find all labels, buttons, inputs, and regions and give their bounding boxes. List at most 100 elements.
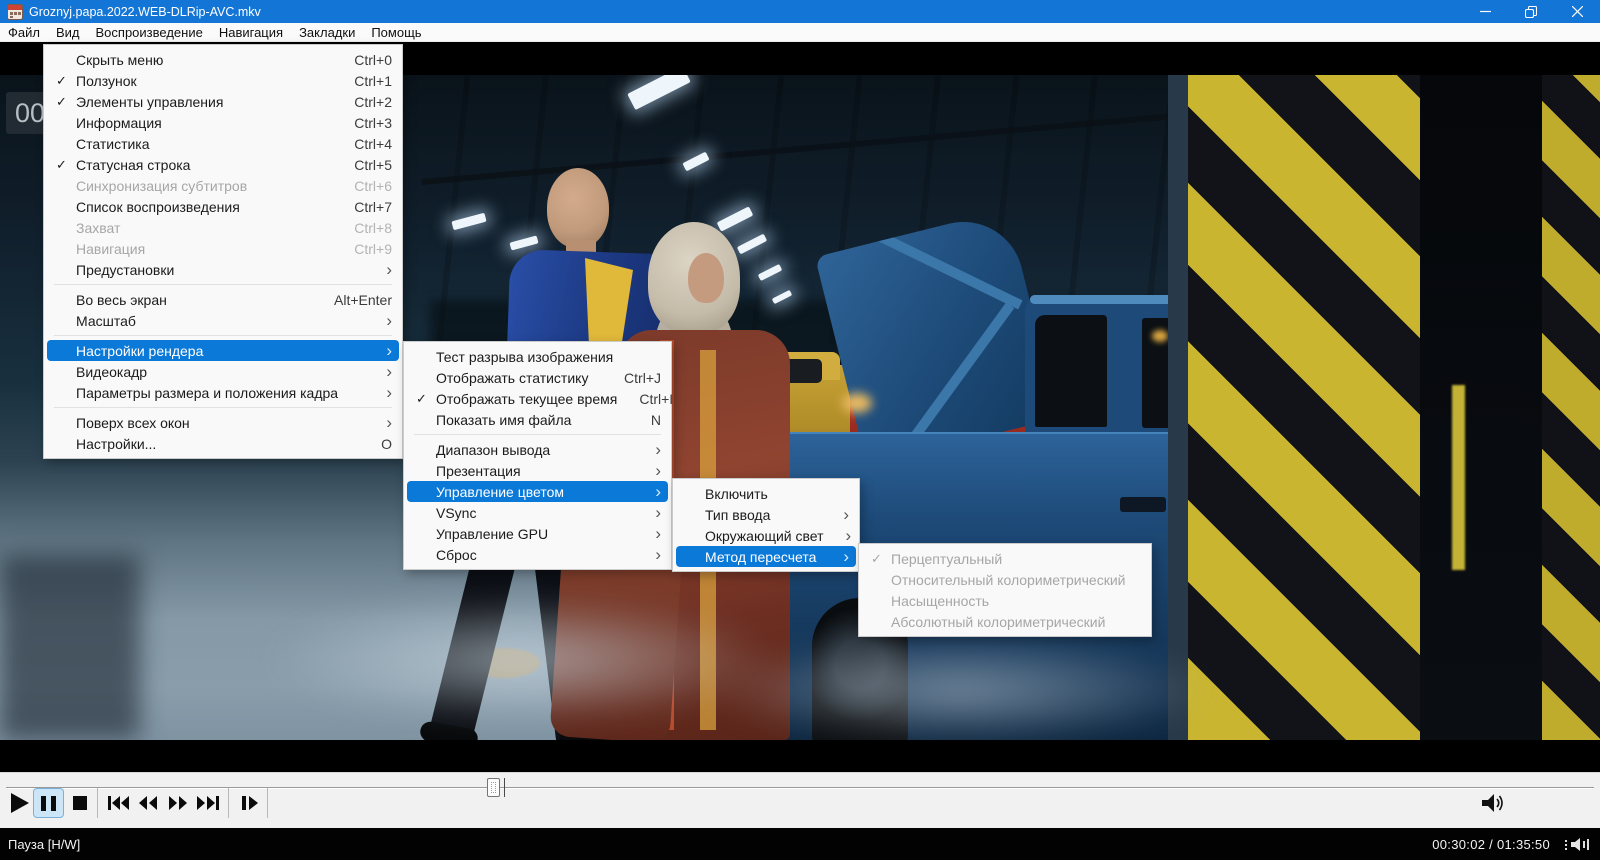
menu-item-label: Поверх всех окон <box>76 415 364 431</box>
menu-item[interactable]: Предустановки› <box>47 259 399 280</box>
skip-back-button[interactable] <box>105 790 131 816</box>
menu-shortcut: Ctrl+2 <box>354 94 392 110</box>
minimize-button[interactable] <box>1462 0 1508 23</box>
fast-forward-button[interactable] <box>165 790 191 816</box>
menu-item[interactable]: Поверх всех окон› <box>47 412 399 433</box>
submenu-arrow-icon: › <box>655 504 661 521</box>
corner-shadow <box>0 555 140 740</box>
pause-button[interactable] <box>33 788 64 818</box>
menu-item: Относительный колориметрический <box>862 569 1148 590</box>
stop-button[interactable] <box>67 790 93 816</box>
menu-item[interactable]: Параметры размера и положения кадра› <box>47 382 399 403</box>
menu-shortcut: Ctrl+I <box>639 391 673 407</box>
menu-item-label: Скрыть меню <box>76 52 332 68</box>
menu-item: Навигация Ctrl+9 <box>47 238 399 259</box>
menu-shortcut: N <box>651 412 661 428</box>
man-head <box>547 168 609 248</box>
menu-shortcut: Ctrl+9 <box>354 241 392 257</box>
toolbar-separator <box>267 788 268 818</box>
menu-item-label: Синхронизация субтитров <box>76 178 332 194</box>
menu-item-label: Захват <box>76 220 332 236</box>
menu-item-label: Показать имя файла <box>436 412 629 428</box>
color-management-menu: ВключитьТип ввода›Окружающий свет›Метод … <box>672 478 860 572</box>
menu-item: Синхронизация субтитров Ctrl+6 <box>47 175 399 196</box>
submenu-arrow-icon: › <box>655 546 661 563</box>
menu-item-label: Видеокадр <box>76 364 364 380</box>
submenu-arrow-icon: › <box>655 483 661 500</box>
playback-state: Пауза [H/W] <box>8 837 80 852</box>
control-bar <box>0 772 1600 828</box>
menu-item[interactable]: ✓Элементы управленияCtrl+2 <box>47 91 399 112</box>
menu-shortcut: Ctrl+7 <box>354 199 392 215</box>
player-window: Groznyj.papa.2022.WEB-DLRip-AVC.mkv Файл… <box>0 0 1600 860</box>
woman-face <box>688 253 724 303</box>
menu-item[interactable]: Во весь экранAlt+Enter <box>47 289 399 310</box>
menu-item[interactable]: Метод пересчета› <box>676 546 856 567</box>
menu-item[interactable]: Отображать статистикуCtrl+J <box>407 367 668 388</box>
time-display: 00:30:02 / 01:35:50 <box>1432 837 1550 852</box>
seek-bar[interactable] <box>6 787 1594 789</box>
menu-item[interactable]: Управление цветом› <box>407 481 668 502</box>
menu-item[interactable]: ✓Статусная строкаCtrl+5 <box>47 154 399 175</box>
menu-item[interactable]: Настройки рендера› <box>47 340 399 361</box>
window-light-glint <box>1152 330 1168 342</box>
menu-item[interactable]: ИнформацияCtrl+3 <box>47 112 399 133</box>
menu-item[interactable]: Диапазон вывода› <box>407 439 668 460</box>
menu-shortcut: Ctrl+8 <box>354 220 392 236</box>
menu-item[interactable]: Масштаб› <box>47 310 399 331</box>
menu-item[interactable]: Настройки...O <box>47 433 399 454</box>
menu-item[interactable]: Тест разрыва изображения <box>407 346 668 367</box>
restore-button[interactable] <box>1508 0 1554 23</box>
menu-shortcut: O <box>381 436 392 452</box>
check-icon: ✓ <box>47 94 76 110</box>
menu-item[interactable]: Управление GPU› <box>407 523 668 544</box>
menu-separator <box>54 335 392 336</box>
menu-shortcut: Ctrl+0 <box>354 52 392 68</box>
menu-item: ✓Перцептуальный <box>862 548 1148 569</box>
submenu-arrow-icon: › <box>386 363 392 380</box>
menu-item[interactable]: Окружающий свет› <box>676 525 856 546</box>
menu-item[interactable]: Список воспроизведенияCtrl+7 <box>47 196 399 217</box>
menu-item: Захват Ctrl+8 <box>47 217 399 238</box>
menu-item[interactable]: Включить <box>676 483 856 504</box>
menu-item-label: Относительный колориметрический <box>891 572 1125 588</box>
menu-playback[interactable]: Воспроизведение <box>88 25 211 40</box>
skip-forward-button[interactable] <box>195 790 221 816</box>
submenu-arrow-icon: › <box>386 261 392 278</box>
volume-mute-button[interactable] <box>1478 790 1508 816</box>
menu-view[interactable]: Вид <box>48 25 88 40</box>
menu-item[interactable]: Тип ввода› <box>676 504 856 525</box>
menu-navigation[interactable]: Навигация <box>211 25 291 40</box>
play-button[interactable] <box>6 790 32 816</box>
menu-item[interactable]: VSync › <box>407 502 668 523</box>
rewind-button[interactable] <box>135 790 161 816</box>
menu-item-label: Перцептуальный <box>891 551 1119 567</box>
frame-step-button[interactable] <box>236 790 262 816</box>
menu-item[interactable]: Видеокадр › <box>47 361 399 382</box>
pillar-shadow-gap <box>1420 75 1542 740</box>
check-icon: ✓ <box>47 73 76 89</box>
seek-thumb[interactable] <box>487 778 500 797</box>
close-button[interactable] <box>1554 0 1600 23</box>
submenu-arrow-icon: › <box>655 525 661 542</box>
menu-item-label: Навигация <box>76 241 332 257</box>
lit-edge-sliver <box>1452 385 1465 570</box>
title-bar: Groznyj.papa.2022.WEB-DLRip-AVC.mkv <box>0 0 1600 23</box>
menu-bookmarks[interactable]: Закладки <box>291 25 363 40</box>
menu-item-label: Информация <box>76 115 332 131</box>
menu-help[interactable]: Помощь <box>363 25 429 40</box>
menu-item[interactable]: Показать имя файла N <box>407 409 668 430</box>
menu-item[interactable]: ✓ПолзунокCtrl+1 <box>47 70 399 91</box>
menu-separator <box>54 284 392 285</box>
menu-item[interactable]: СтатистикаCtrl+4 <box>47 133 399 154</box>
menu-item-label: VSync <box>436 505 633 521</box>
menu-item[interactable]: ✓Отображать текущее времяCtrl+I <box>407 388 668 409</box>
status-bar: Пауза [H/W] 00:30:02 / 01:35:50 <box>0 828 1600 860</box>
menu-item[interactable]: Скрыть меню Ctrl+0 <box>47 49 399 70</box>
menu-file[interactable]: Файл <box>0 25 48 40</box>
toolbar-separator <box>97 788 98 818</box>
render-settings-menu: Тест разрыва изображенияОтображать стати… <box>403 341 672 570</box>
menu-item[interactable]: Презентация› <box>407 460 668 481</box>
menu-shortcut: Ctrl+6 <box>354 178 392 194</box>
menu-item[interactable]: Сброс› <box>407 544 668 565</box>
